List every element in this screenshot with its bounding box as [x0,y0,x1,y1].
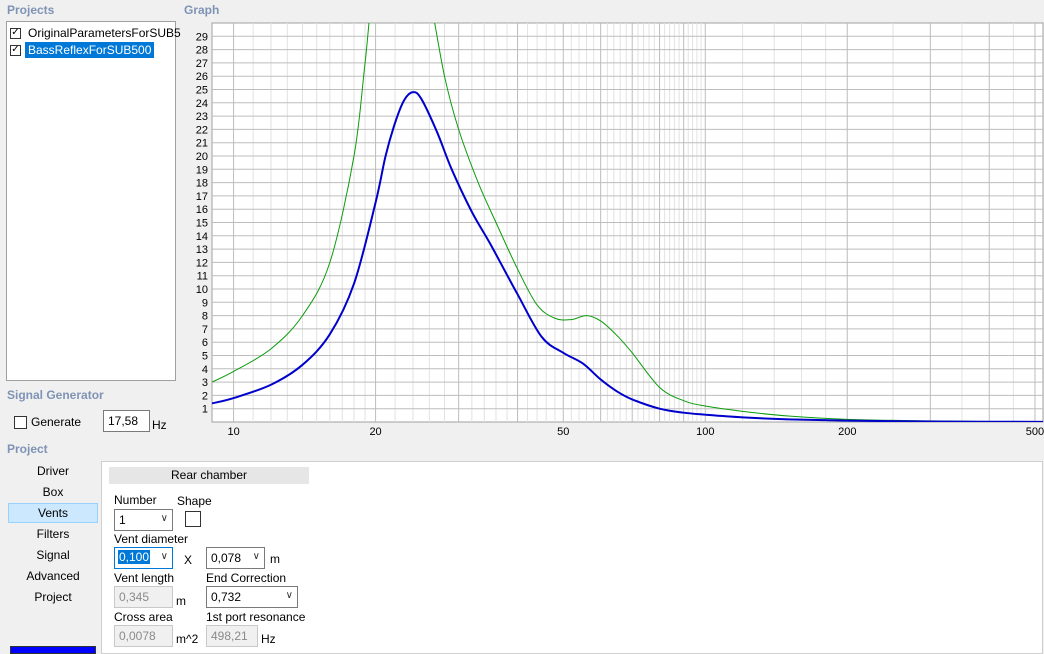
y-tick-label: 4 [202,364,208,376]
x-tick-label: 50 [557,426,569,438]
vent-diameter-unit: m [270,552,280,566]
x-tick-label: 10 [227,426,239,438]
chevron-down-icon: ∨ [285,590,293,601]
y-tick-label: 29 [196,31,208,43]
graph-chart: 1234567891011121314151617181920212223242… [196,22,1044,438]
y-tick-label: 15 [196,218,208,230]
color-swatch[interactable] [10,646,96,654]
number-select[interactable]: 1 ∨ [114,509,173,531]
cross-area-input[interactable]: 0,0078 [114,625,173,647]
y-tick-label: 22 [196,124,208,136]
project-title: Project [7,442,48,456]
projects-title: Projects [7,3,55,17]
y-tick-label: 16 [196,204,208,216]
y-tick-label: 5 [202,351,208,363]
cross-area-label: Cross area [114,610,173,624]
vent-length-label: Vent length [114,571,175,585]
nav-item-filters[interactable]: Filters [8,524,98,544]
project-label-bassreflex: BassReflexForSUB500 [25,42,155,58]
generate-toggle[interactable]: Generate [14,415,81,429]
y-tick-label: 25 [196,85,208,97]
vent-diameter-select[interactable]: 0,100 ∨ [114,547,173,569]
x-tick-label: 100 [696,426,714,438]
nav-item-driver[interactable]: Driver [8,461,98,481]
nav-item-box[interactable]: Box [8,482,98,502]
vent-diameter-value: 0,100 [118,550,151,564]
port-resonance-unit: Hz [261,632,276,646]
generate-label: Generate [31,415,82,429]
end-correction-label: End Correction [206,571,287,585]
y-tick-label: 3 [202,377,208,389]
chevron-down-icon: ∨ [160,513,168,524]
x-tick-label: 20 [369,426,381,438]
y-tick-label: 7 [202,324,208,336]
vent-length-unit: m [176,594,186,608]
x-tick-label: 200 [838,426,856,438]
nav-item-signal[interactable]: Signal [8,545,98,565]
y-tick-label: 8 [202,311,208,323]
end-correction-select[interactable]: 0,732 ∨ [206,586,298,608]
port-resonance-label: 1st port resonance [206,610,306,624]
y-tick-label: 6 [202,337,208,349]
y-tick-label: 2 [202,390,208,402]
y-tick-label: 9 [202,297,208,309]
shape-label: Shape [177,494,212,508]
number-value: 1 [119,513,126,527]
project-item-original[interactable]: ✓ OriginalParametersForSUB5 [10,25,184,41]
y-tick-label: 26 [196,71,208,83]
project-label-original: OriginalParametersForSUB5 [28,26,181,40]
project-checkbox-bassreflex[interactable]: ✓ [10,44,21,56]
end-correction-value: 0,732 [211,590,242,604]
project-item-bassreflex[interactable]: ✓ BassReflexForSUB500 [10,42,155,58]
projects-list[interactable]: ✓ OriginalParametersForSUB5 ✓ BassReflex… [6,21,181,381]
nav-item-project[interactable]: Project [8,587,98,607]
chevron-down-icon: ∨ [252,551,260,562]
rear-chamber-header: Rear chamber [109,467,309,484]
nav-item-vents[interactable]: Vents [8,503,98,523]
y-tick-label: 14 [196,231,208,243]
shape-checkbox[interactable] [185,511,201,527]
nav-item-advanced[interactable]: Advanced [8,566,98,586]
frequency-unit: Hz [152,418,167,432]
signal-generator-title: Signal Generator [7,388,104,402]
y-tick-label: 1 [202,404,208,416]
y-tick-label: 11 [197,271,208,283]
number-label: Number [114,493,157,507]
vent-diameter2-select[interactable]: 0,078 ∨ [206,547,265,569]
y-tick-label: 24 [196,98,208,110]
y-tick-label: 10 [196,284,208,296]
vent-diameter-label: Vent diameter [114,532,189,546]
project-checkbox-original[interactable]: ✓ [10,27,21,39]
x-tick-label: 500 [1026,426,1044,438]
y-tick-label: 13 [196,244,208,256]
y-tick-label: 17 [196,191,208,203]
chevron-down-icon: ∨ [160,551,168,562]
y-tick-label: 19 [196,164,208,176]
y-tick-label: 21 [196,138,208,150]
y-tick-label: 23 [196,111,208,123]
port-resonance-input[interactable]: 498,21 [206,625,258,647]
y-tick-label: 18 [196,178,208,190]
x-label: X [184,553,193,567]
vent-length-input[interactable]: 0,345 [114,586,173,608]
y-tick-label: 12 [196,257,208,269]
graph-title: Graph [184,3,220,17]
y-tick-label: 27 [196,58,208,70]
cross-area-unit: m^2 [176,632,199,646]
y-tick-label: 28 [196,45,208,57]
frequency-input[interactable]: 17,58 [103,410,150,432]
y-tick-label: 20 [196,151,208,163]
generate-checkbox[interactable] [14,415,27,429]
vent-diameter2-value: 0,078 [211,551,242,565]
